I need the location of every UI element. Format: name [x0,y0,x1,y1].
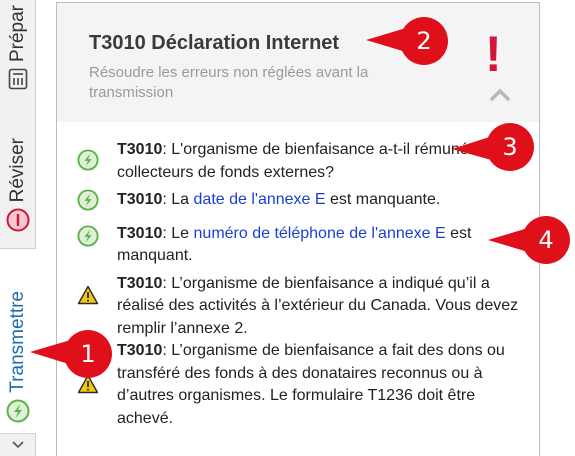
item-code: T3010 [117,141,163,158]
chevron-up-icon[interactable] [489,87,511,103]
tab-preparer[interactable]: Prépar [0,0,36,96]
callout-2-number: 2 [416,27,432,55]
page-subtitle: Résoudre les erreurs non réglées avant l… [89,64,369,101]
callout-4: 4 [488,216,570,264]
tab-reviser[interactable]: Réviser [0,112,36,240]
callout-3-number: 3 [502,133,518,161]
item-code: T3010 [117,342,163,359]
callout-3: 3 [452,123,534,171]
errors-panel: T3010 Déclaration Internet Résoudre les … [56,2,540,456]
check-bolt-icon [77,224,99,247]
callout-1: 1 [26,330,122,382]
chevron-down-icon [12,441,24,449]
item-code: T3010 [117,274,163,292]
callout-4-number: 4 [538,226,554,254]
item-code: T3010 [117,224,163,242]
item-text-post: est manquante. [325,191,441,208]
check-bolt-icon [77,189,99,211]
page-title: T3010 Déclaration Internet [89,32,340,54]
schedule-e-date-link[interactable]: date de l'annexe E [194,191,326,208]
check-bolt-icon [6,399,30,423]
item-text: : L’organisme de bienfaisance a indiqué … [117,274,519,337]
check-bolt-icon [77,149,99,171]
panel-header: T3010 Déclaration Internet Résoudre les … [57,3,539,122]
warning-icon [77,285,99,304]
list-item: T3010: La date de l'annexe E est manquan… [77,189,523,212]
list-item: T3010: L’organisme de bienfaisance a fai… [77,340,523,430]
tab-preparer-label: Prépar [7,4,28,62]
side-tab-rail: Prépar Réviser Transmettre [0,0,36,456]
minus-circle-icon [6,208,30,232]
tab-reviser-label: Réviser [7,137,28,202]
list-item: T3010: L’organisme de bienfaisance a ind… [77,273,523,341]
schedule-e-phone-link[interactable]: numéro de téléphone de l'annexe E [194,225,446,242]
error-list: T3010: L'organisme de bienfaisance a-t-i… [77,139,523,430]
item-text-pre: : Le [162,224,194,242]
item-text-pre: : La [162,191,194,208]
item-text: : L’organisme de bienfaisance a fait des… [117,342,505,427]
callout-2: 2 [366,17,448,65]
tab-more-chevron[interactable] [0,440,36,456]
item-code: T3010 [117,191,163,208]
callout-1-number: 1 [80,340,96,368]
list-item: T3010: Le numéro de téléphone de l'annex… [77,223,523,268]
alert-icon: ! [485,26,502,82]
calculator-icon [8,68,28,90]
